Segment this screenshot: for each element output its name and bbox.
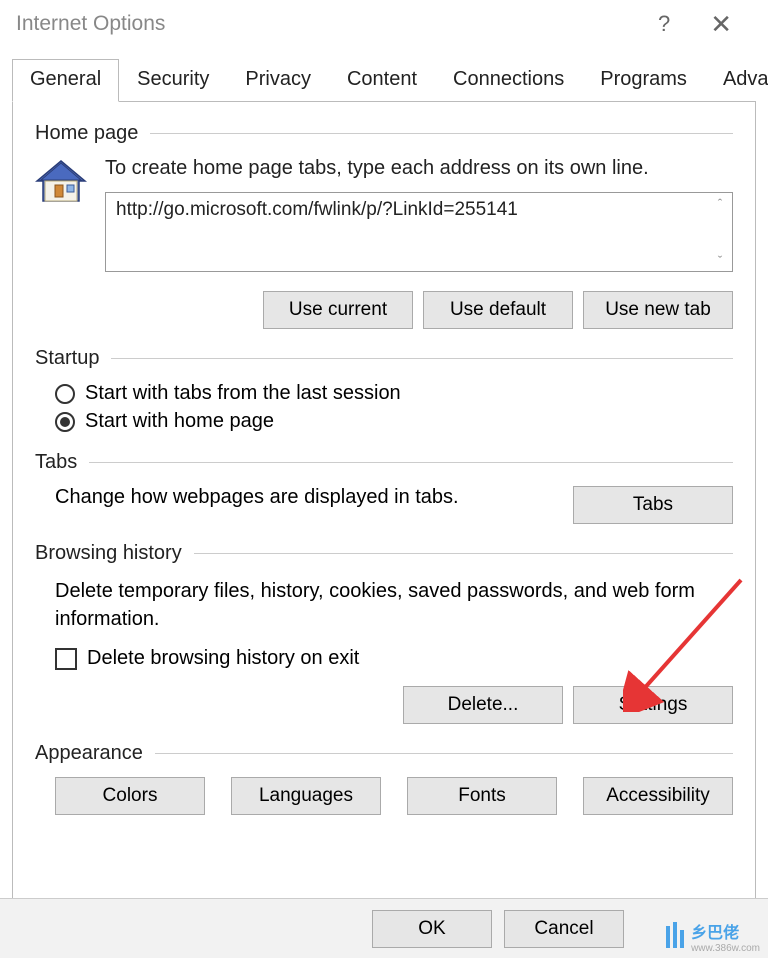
section-browsing-history: Browsing history Delete temporary files,… (35, 542, 733, 724)
tab-security[interactable]: Security (119, 59, 227, 102)
section-title-tabs: Tabs (35, 451, 77, 474)
tabs-description: Change how webpages are displayed in tab… (55, 486, 553, 509)
radio-last-session[interactable]: Start with tabs from the last session (55, 382, 733, 405)
divider (194, 553, 733, 554)
divider (150, 133, 733, 134)
window-title: Internet Options (16, 12, 165, 36)
section-title-history: Browsing history (35, 542, 182, 565)
home-icon (35, 159, 87, 205)
tab-advanced[interactable]: Advanced (705, 59, 768, 102)
tab-content[interactable]: Content (329, 59, 435, 102)
tab-row: General Security Privacy Content Connect… (12, 58, 756, 102)
radio-home-page[interactable]: Start with home page (55, 410, 733, 433)
watermark-url: www.386w.com (691, 943, 760, 954)
history-description: Delete temporary files, history, cookies… (55, 577, 733, 633)
tabs-button[interactable]: Tabs (573, 486, 733, 524)
watermark-logo-icon (663, 922, 687, 952)
divider (155, 753, 733, 754)
fonts-button[interactable]: Fonts (407, 777, 557, 815)
accessibility-button[interactable]: Accessibility (583, 777, 733, 815)
ok-button[interactable]: OK (372, 910, 492, 948)
tab-programs[interactable]: Programs (582, 59, 705, 102)
watermark: 乡巴佬 www.386w.com (663, 919, 760, 954)
section-title-appearance: Appearance (35, 742, 143, 765)
use-current-button[interactable]: Use current (263, 291, 413, 329)
help-icon[interactable]: ? (658, 11, 670, 37)
settings-button[interactable]: Settings (573, 686, 733, 724)
tab-privacy[interactable]: Privacy (227, 59, 329, 102)
use-new-tab-button[interactable]: Use new tab (583, 291, 733, 329)
divider (89, 462, 733, 463)
home-instruction: To create home page tabs, type each addr… (105, 157, 733, 180)
dialog-footer: OK Cancel (0, 898, 768, 958)
scroll-up-icon[interactable]: ˆ (707, 196, 733, 211)
section-tabs: Tabs Change how webpages are displayed i… (35, 451, 733, 524)
titlebar: Internet Options ? ✕ (0, 0, 768, 48)
delete-button[interactable]: Delete... (403, 686, 563, 724)
textarea-scroll: ˆ ˇ (707, 192, 733, 272)
section-startup: Startup Start with tabs from the last se… (35, 347, 733, 433)
tab-connections[interactable]: Connections (435, 59, 582, 102)
close-icon[interactable]: ✕ (710, 9, 732, 40)
checkbox-icon (55, 648, 77, 670)
radio-label: Start with home page (85, 410, 274, 433)
scroll-down-icon[interactable]: ˇ (707, 253, 733, 268)
window-controls: ? ✕ (658, 9, 756, 40)
radio-label: Start with tabs from the last session (85, 382, 401, 405)
colors-button[interactable]: Colors (55, 777, 205, 815)
tab-panel: Home page To create home page tabs, type… (12, 102, 756, 902)
radio-icon (55, 412, 75, 432)
radio-icon (55, 384, 75, 404)
section-home: Home page To create home page tabs, type… (35, 122, 733, 329)
languages-button[interactable]: Languages (231, 777, 381, 815)
section-title-startup: Startup (35, 347, 99, 370)
home-address-input[interactable] (105, 192, 733, 272)
section-appearance: Appearance Colors Languages Fonts Access… (35, 742, 733, 815)
section-title-home: Home page (35, 122, 138, 145)
watermark-brand: 乡巴佬 (691, 925, 739, 942)
tab-general[interactable]: General (12, 59, 119, 102)
divider (111, 358, 733, 359)
use-default-button[interactable]: Use default (423, 291, 573, 329)
cancel-button[interactable]: Cancel (504, 910, 624, 948)
checkbox-label: Delete browsing history on exit (87, 647, 359, 670)
delete-on-exit-checkbox[interactable]: Delete browsing history on exit (55, 647, 733, 670)
